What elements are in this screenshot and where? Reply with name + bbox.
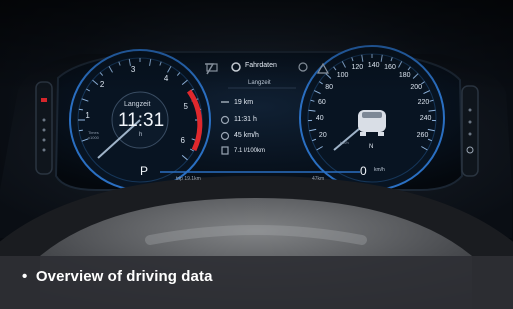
gauge-number: 220 bbox=[417, 98, 430, 106]
gauge-number: 40 bbox=[315, 115, 324, 123]
gauge-number: 60 bbox=[317, 98, 326, 106]
gauge-number: 5 bbox=[183, 102, 188, 112]
row-consumption-value: 7.1 l/100km bbox=[234, 148, 266, 154]
tachometer-label: Langzeit bbox=[124, 101, 151, 108]
gauge-number: 2 bbox=[99, 79, 105, 89]
gauge-number: 260 bbox=[416, 131, 429, 139]
caption-label: Overview of driving data bbox=[35, 268, 213, 285]
gauge-number: 4 bbox=[163, 74, 169, 84]
caption-bar: • Overview of driving data bbox=[0, 256, 513, 309]
row-avg-speed-value: 45 km/h bbox=[234, 132, 259, 139]
gauge-number: 20 bbox=[318, 131, 327, 139]
digital-speed-unit: km/h bbox=[374, 167, 385, 173]
gauge-number: 200 bbox=[410, 83, 423, 91]
caption-text: • Overview of driving data bbox=[22, 268, 213, 285]
digital-speed: 0 bbox=[360, 164, 367, 178]
row-distance-value: 19 km bbox=[234, 99, 254, 106]
gauge-number: 180 bbox=[398, 72, 411, 80]
row-time-value: 11:31 h bbox=[234, 116, 257, 123]
instrument-cluster-photo: Langzeit 11:31 h Times x1000 1 2 3 4 5 6 Fahr… bbox=[0, 0, 513, 309]
tachometer-scale-label: Times x1000 bbox=[88, 130, 99, 140]
gauge-number: 140 bbox=[367, 61, 380, 69]
compass-north: N bbox=[369, 144, 374, 150]
gauge-number: 80 bbox=[325, 83, 333, 91]
gauge-number: 1 bbox=[85, 110, 90, 120]
drive-time-unit: h bbox=[139, 132, 143, 138]
tab-fahrdaten[interactable]: Fahrdaten bbox=[245, 62, 277, 69]
gauge-number: 3 bbox=[130, 65, 136, 75]
gauge-number: 240 bbox=[419, 115, 432, 123]
trip-distance: trip 19.1km bbox=[176, 176, 201, 182]
odometer: 47km bbox=[312, 176, 325, 182]
caption-bullet: • bbox=[22, 268, 28, 285]
gear-indicator: P bbox=[140, 164, 149, 178]
gauge-number: 100 bbox=[336, 72, 349, 80]
gauge-number: 160 bbox=[384, 64, 396, 72]
gauge-number: 6 bbox=[180, 136, 185, 146]
panel-subtitle: Langzeit bbox=[248, 80, 271, 86]
drive-time-value: 11:31 bbox=[118, 110, 165, 131]
gauge-number: 120 bbox=[351, 64, 364, 72]
speedometer-unit-label: km/h bbox=[340, 140, 349, 145]
